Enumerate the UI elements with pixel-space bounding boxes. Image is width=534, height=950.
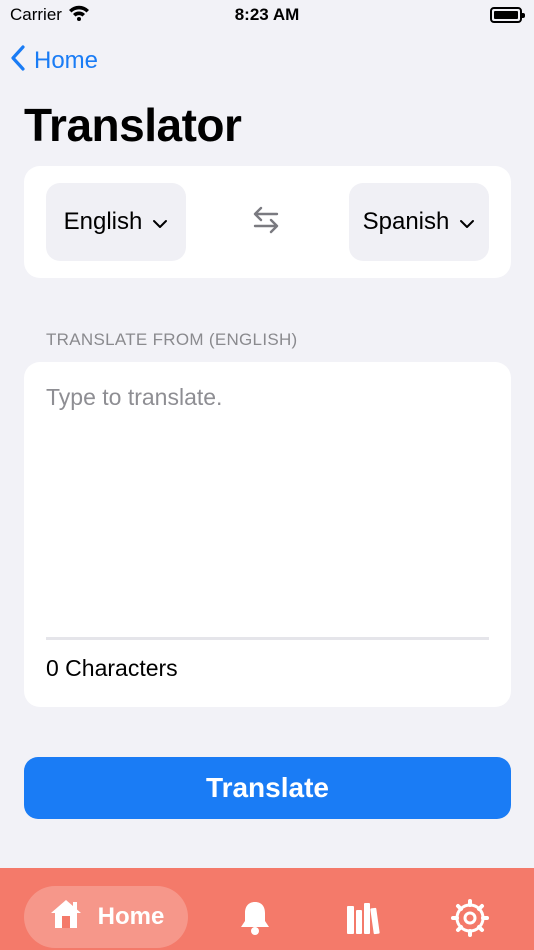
source-language-select[interactable]: English (46, 183, 186, 261)
character-count: 0 Characters (46, 655, 178, 681)
translate-from-label: TRANSLATE FROM (ENGLISH) (46, 330, 298, 349)
translate-button[interactable]: Translate (24, 757, 511, 819)
page-title: Translator (24, 99, 242, 151)
tab-notifications[interactable] (233, 898, 277, 942)
target-language-label: Spanish (362, 208, 450, 235)
chevron-down-icon (459, 208, 475, 236)
home-icon (48, 897, 84, 938)
tab-library[interactable] (340, 898, 384, 942)
bell-icon (237, 899, 273, 942)
swap-arrows-icon (252, 205, 280, 240)
chevron-left-icon (10, 44, 26, 79)
source-language-label: English (63, 208, 143, 235)
swap-languages-button[interactable] (244, 202, 288, 242)
status-left: Carrier (10, 5, 90, 26)
battery-icon (490, 7, 525, 23)
divider (46, 637, 489, 640)
translate-input[interactable] (46, 384, 489, 634)
back-label: Home (34, 47, 99, 74)
tab-home[interactable]: Home (24, 886, 188, 948)
carrier-label: Carrier (10, 5, 62, 24)
input-card: 0 Characters (24, 362, 511, 707)
back-button[interactable]: Home (10, 42, 98, 80)
language-selector-card: English Spanish (24, 166, 511, 278)
chevron-down-icon (152, 208, 168, 236)
tab-home-label: Home (97, 903, 165, 930)
status-bar: Carrier (0, 0, 534, 30)
target-language-select[interactable]: Spanish (349, 183, 489, 261)
tab-bar: Home (0, 868, 534, 950)
wifi-icon (68, 5, 90, 26)
tab-settings[interactable] (448, 898, 492, 942)
settings-icon (451, 898, 489, 942)
books-icon (343, 900, 381, 941)
